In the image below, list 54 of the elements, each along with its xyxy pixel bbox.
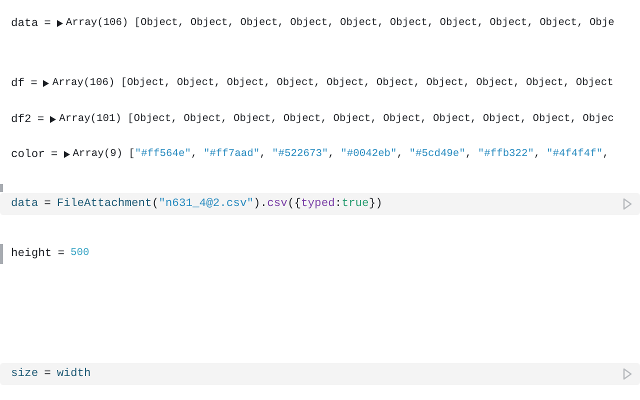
code-token: "#ff7aad": [203, 148, 260, 160]
caret-icon[interactable]: [56, 20, 63, 28]
code-token: ,: [602, 148, 609, 160]
code-token: =: [56, 248, 66, 260]
caret-icon[interactable]: [43, 80, 50, 88]
code-token: [Object, Object, Object, Object, Object, Object, Object, Object, Object, Object: [120, 77, 614, 90]
code-token: ,: [260, 148, 267, 160]
expander[interactable]: Array(106): [43, 76, 115, 92]
code-token: csv: [267, 198, 288, 210]
code-token: size: [11, 368, 38, 380]
code-token: ,: [534, 148, 542, 160]
code-token: 500: [70, 247, 90, 260]
code-token: FileAttachment: [56, 198, 152, 210]
code-token: "#4f4f4f": [546, 148, 603, 160]
code-token: :: [334, 198, 342, 210]
code-token: ,: [465, 148, 473, 160]
caret-icon[interactable]: [64, 151, 70, 158]
code-token: [Object, Object, Object, Object, Object, Object, Object, Object, Object, Objec: [127, 113, 614, 126]
code-token: =: [43, 198, 52, 210]
code-token: ).: [254, 198, 268, 210]
code-token: height: [11, 248, 52, 260]
code-token: color: [11, 148, 45, 161]
code-token: df2: [11, 114, 32, 126]
code-token: "#ffb322": [478, 148, 534, 160]
code-token: df: [11, 78, 25, 90]
code-cell[interactable]: data = FileAttachment("n631_4@2.csv").csv({typed:true}): [0, 193, 640, 215]
code-token: (: [152, 198, 159, 210]
expander[interactable]: Array(101): [50, 112, 122, 128]
code-token: "#ff564e": [134, 148, 191, 160]
code-token: "#522673": [272, 148, 328, 160]
expander[interactable]: Array(9): [64, 147, 123, 163]
code-token: data: [11, 18, 38, 30]
code-token: ,: [396, 148, 404, 160]
code-token: true: [342, 198, 369, 210]
code-token: =: [36, 114, 46, 126]
code-token: [Object, Object, Object, Object, Object, Object, Object, Object, Object, Obje: [134, 17, 614, 30]
code-token: }): [368, 198, 382, 210]
code-token: "#0042eb": [340, 148, 397, 160]
code-token: =: [30, 78, 38, 90]
code-token: =: [43, 18, 52, 30]
code-cell[interactable]: size = width: [0, 363, 640, 385]
code-token: =: [43, 368, 52, 380]
code-token: "n631_4@2.csv": [158, 198, 254, 210]
code-token: [: [128, 148, 135, 160]
code-token: ({: [287, 198, 301, 210]
code-token: ,: [328, 148, 336, 160]
code-token: typed: [301, 198, 335, 210]
code-token: "#5cd49e": [409, 148, 466, 160]
code-token: ,: [190, 148, 198, 160]
code-token: width: [56, 368, 91, 380]
caret-icon[interactable]: [50, 116, 56, 124]
code-token: data: [11, 198, 38, 210]
expander[interactable]: Array(106): [56, 16, 128, 32]
code-token: =: [50, 148, 59, 161]
